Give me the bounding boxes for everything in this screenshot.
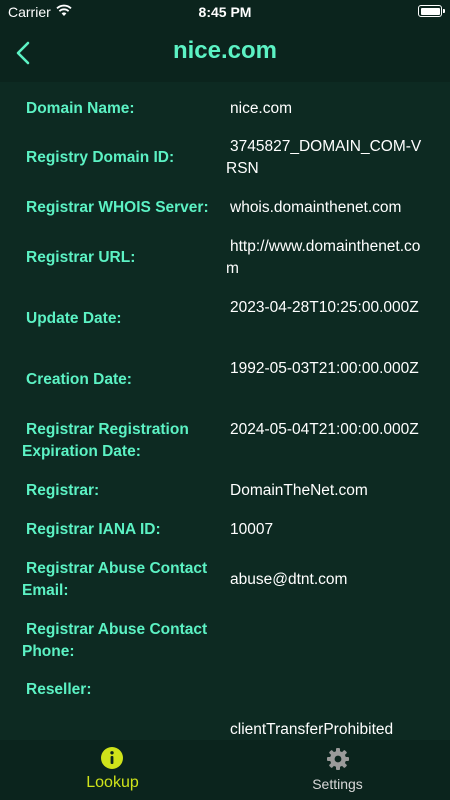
record-value: DomainTheNet.com <box>230 482 368 499</box>
record-value: 1992-05-03T21:00:00.000Z <box>230 360 419 377</box>
record-label: Update Date: <box>26 310 122 327</box>
record-value: 10007 <box>230 521 274 538</box>
record-label: Registrar Abuse Contact Phone: <box>22 621 208 660</box>
status-bar: Carrier 8:45 PM <box>0 0 450 24</box>
record-value: nice.com <box>230 100 293 117</box>
tab-lookup[interactable]: Lookup <box>0 740 225 800</box>
record-value: http://www.domainthenet.com <box>226 238 421 277</box>
record-label: Reseller: <box>26 681 92 698</box>
record-label: Registrar WHOIS Server: <box>26 199 209 216</box>
whois-record-list[interactable]: Domain Name: nice.com Registry Domain ID… <box>0 82 450 740</box>
battery-icon <box>418 5 445 17</box>
info-icon <box>101 747 123 769</box>
record-value: 2024-05-04T21:00:00.000Z <box>230 421 419 438</box>
record-label: Creation Date: <box>26 371 132 388</box>
record-label: Registrar IANA ID: <box>26 521 161 538</box>
tab-bar: Lookup Settings <box>0 740 450 800</box>
record-label: Registrar Abuse Contact Email: <box>22 560 208 599</box>
record-value: whois.domainthenet.com <box>230 199 402 216</box>
record-label: Registrar URL: <box>26 249 136 266</box>
record-value: 3745827_DOMAIN_COM-VRSN <box>226 138 422 177</box>
record-label: Registrar: <box>26 482 100 499</box>
record-value: 2023-04-28T10:25:00.000Z <box>230 299 419 316</box>
record-label: Domain Name: <box>26 100 135 117</box>
tab-settings[interactable]: Settings <box>225 740 450 800</box>
record-value: abuse@dtnt.com <box>230 571 348 588</box>
status-time: 8:45 PM <box>198 4 252 20</box>
tab-settings-label: Settings <box>312 776 363 792</box>
page-title: nice.com <box>172 37 278 64</box>
nav-bar: nice.com <box>0 24 450 82</box>
record-label: Registrar Registration Expiration Date: <box>22 421 189 460</box>
gear-icon <box>327 748 349 770</box>
record-label: Registry Domain ID: <box>26 149 175 166</box>
tab-lookup-label: Lookup <box>86 774 139 791</box>
record-value: clientTransferProhibited <box>230 721 394 738</box>
